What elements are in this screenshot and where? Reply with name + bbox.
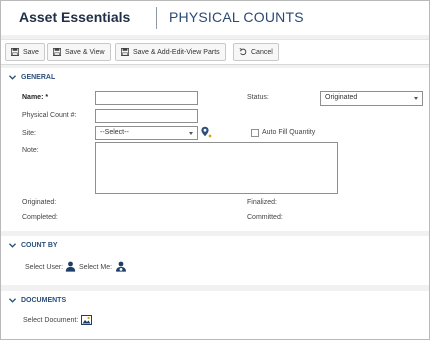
- map-pin-icon[interactable]: [200, 126, 212, 138]
- name-label: Name: *: [22, 94, 49, 101]
- save-button[interactable]: Save: [5, 43, 45, 61]
- count-by-section: COUNT BY Select User: Select Me:: [1, 236, 429, 285]
- physical-count-label: Physical Count #:: [22, 112, 77, 119]
- site-select-value: --Select--: [100, 129, 129, 136]
- save-add-button-label: Save & Add-Edit-View Parts: [133, 48, 220, 56]
- select-document-label: Select Document:: [23, 317, 79, 324]
- toolbar: Save Save & View Save & Add-Edit-View Pa…: [1, 39, 429, 65]
- page-title: PHYSICAL COUNTS: [169, 9, 304, 25]
- finalized-label: Finalized:: [247, 199, 277, 206]
- note-label: Note:: [22, 147, 39, 154]
- name-input[interactable]: [95, 91, 198, 105]
- save-view-button[interactable]: Save & View: [47, 43, 111, 61]
- select-me-label: Select Me:: [79, 264, 113, 271]
- chevron-down-icon: [189, 132, 193, 135]
- chevron-down-icon: [9, 75, 16, 80]
- save-icon: [121, 48, 129, 56]
- physical-count-input[interactable]: [95, 109, 198, 123]
- originated-label: Originated:: [22, 199, 57, 206]
- save-icon: [11, 48, 19, 56]
- committed-label: Committed:: [247, 214, 283, 221]
- chevron-down-icon: [9, 298, 16, 303]
- image-icon[interactable]: [81, 315, 92, 325]
- cancel-button-label: Cancel: [251, 48, 273, 56]
- cancel-button[interactable]: Cancel: [233, 43, 279, 61]
- note-textarea[interactable]: [95, 142, 338, 194]
- count-by-section-toggle[interactable]: COUNT BY: [9, 242, 58, 249]
- general-section: GENERAL Name: * Physical Count #: Site: …: [1, 68, 429, 231]
- chevron-down-icon: [9, 243, 16, 248]
- chevron-down-icon: [414, 97, 418, 100]
- save-icon: [53, 48, 61, 56]
- completed-label: Completed:: [22, 214, 58, 221]
- physical-counts-window: Asset Essentials PHYSICAL COUNTS Save Sa…: [0, 0, 430, 340]
- site-label: Site:: [22, 130, 37, 137]
- auto-fill-quantity-checkbox[interactable]: [251, 129, 259, 137]
- undo-icon: [239, 48, 247, 56]
- count-by-section-title: COUNT BY: [21, 242, 58, 249]
- documents-section: DOCUMENTS Select Document:: [1, 291, 429, 339]
- top-bar: Asset Essentials PHYSICAL COUNTS: [1, 1, 429, 35]
- documents-section-title: DOCUMENTS: [21, 297, 67, 304]
- user-select-icon[interactable]: [115, 261, 127, 272]
- app-title[interactable]: Asset Essentials: [19, 9, 130, 25]
- site-select[interactable]: --Select--: [95, 126, 198, 140]
- documents-section-toggle[interactable]: DOCUMENTS: [9, 297, 66, 304]
- user-icon[interactable]: [65, 261, 76, 272]
- status-label: Status:: [247, 94, 269, 101]
- general-section-toggle[interactable]: GENERAL: [9, 74, 55, 81]
- status-select-value: Originated: [325, 94, 358, 101]
- save-add-edit-view-parts-button[interactable]: Save & Add-Edit-View Parts: [115, 43, 226, 61]
- save-button-label: Save: [23, 48, 39, 56]
- select-user-label: Select User:: [25, 264, 64, 271]
- general-section-title: GENERAL: [21, 74, 56, 81]
- title-divider: [156, 7, 157, 29]
- auto-fill-quantity-label: Auto Fill Quantity: [262, 129, 316, 136]
- status-select[interactable]: Originated: [320, 91, 423, 106]
- save-view-button-label: Save & View: [65, 48, 105, 56]
